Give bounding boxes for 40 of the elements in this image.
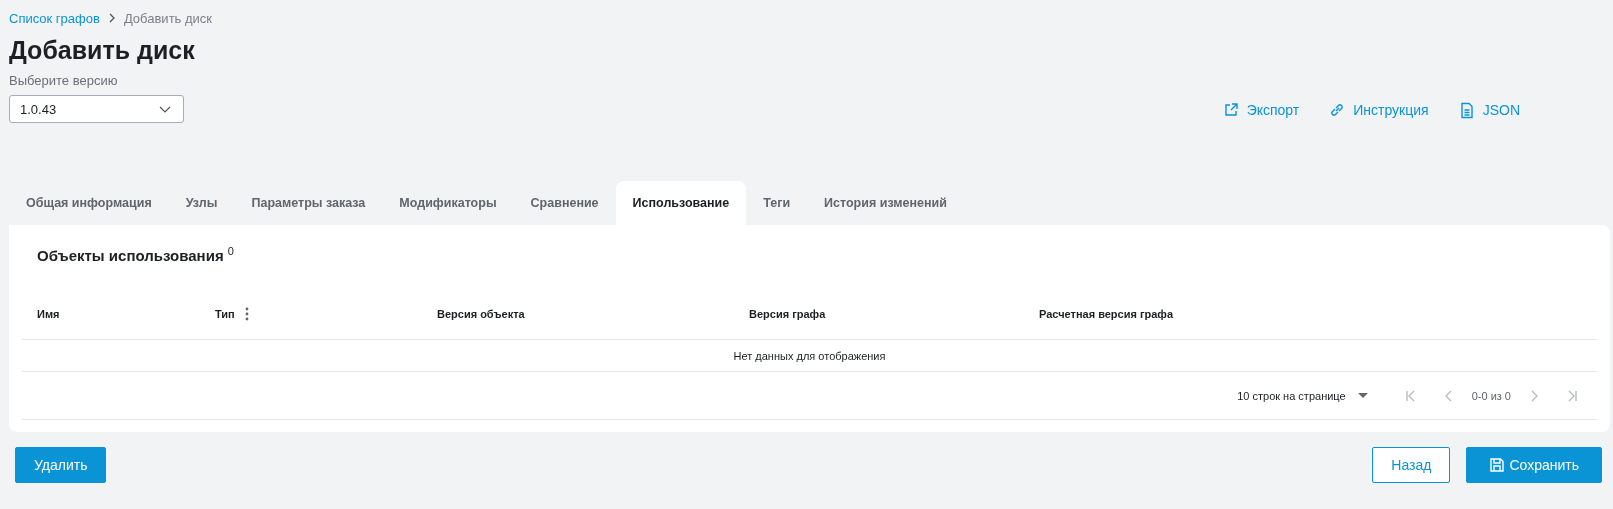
more-vertical-icon[interactable] [244,307,249,321]
tab[interactable]: Узлы [168,181,235,225]
section-title: Объекты использования $^{0}$ [36,244,235,266]
action-link[interactable]: Инструкция [1353,102,1429,118]
back-button[interactable]: Назад [1372,447,1451,483]
field-label: Выберите версию [9,73,119,88]
rows-per-page-label: 10 строк на странице [1237,389,1346,402]
share-icon [1222,102,1239,118]
tab[interactable]: Использование [615,181,747,225]
column-header: Расчетная версия графа [1039,308,1174,320]
chevron-left-icon [1444,389,1452,402]
column-header: Версия объекта [437,308,525,320]
document-icon [1458,101,1475,119]
tab[interactable]: Модификаторы [382,181,514,225]
action-link[interactable]: JSON [1482,102,1520,118]
tab[interactable]: История изменений [807,181,964,225]
column-header: Тип [215,308,235,320]
save-icon [1489,457,1506,473]
dropdown-caret-icon[interactable] [1357,392,1368,399]
tab[interactable]: Теги [746,181,808,225]
first-page-icon [1405,389,1415,402]
breadcrumb-link[interactable]: Список графов [9,10,100,26]
action-link[interactable]: Экспорт [1246,102,1300,118]
chevron-right-icon [1531,389,1538,402]
tab[interactable]: Сравнение [513,181,616,225]
last-page-icon [1568,389,1577,402]
tab[interactable]: Общая информация [9,181,169,225]
version-select[interactable]: 1.0.43 [9,95,184,123]
tab[interactable]: Параметры заказа [234,181,383,225]
delete-button[interactable]: Удалить [15,447,107,483]
link-icon [1329,102,1346,118]
page-title: Добавить диск [9,35,195,65]
column-header: Имя [37,308,60,320]
save-button[interactable]: Сохранить [1466,447,1602,483]
chevron-down-icon [159,105,171,113]
page-range: 0-0 из 0 [1471,389,1511,402]
chevron-right-icon [107,13,116,23]
empty-message: Нет данных для отображения [733,349,886,362]
column-header: Версия графа [749,308,826,320]
breadcrumb-current: Добавить диск [123,10,212,26]
